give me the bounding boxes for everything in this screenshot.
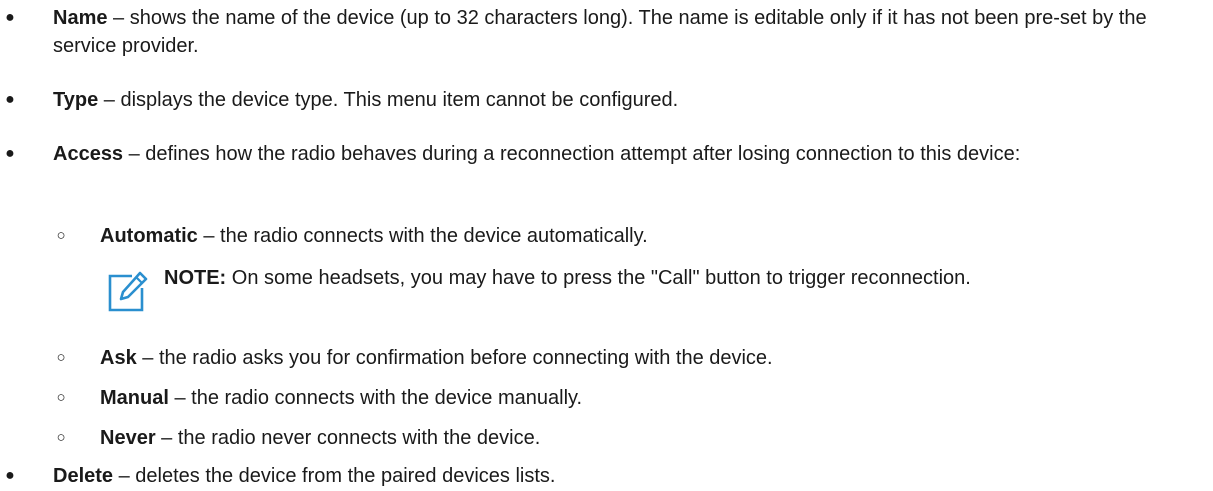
- sub-bullet: ○: [56, 349, 66, 366]
- note-body: On some headsets, you may have to press …: [226, 267, 971, 289]
- option-label: Never: [100, 427, 156, 449]
- option-description: – the radio connects with the device man…: [168, 387, 583, 409]
- sub-item-text: Manual – the radio connects with the dev…: [100, 384, 1200, 412]
- sub-item-text: Never – the radio never connects with th…: [100, 424, 1200, 452]
- term-description: – defines how the radio behaves during a…: [123, 143, 1021, 165]
- term-description: – shows the name of the device (up to 32…: [53, 7, 1147, 57]
- option-description: – the radio asks you for confirmation be…: [136, 347, 773, 369]
- list-item-text: Type – displays the device type. This me…: [53, 86, 1203, 114]
- document-body: ● Name – shows the name of the device (u…: [0, 0, 1213, 491]
- list-item-text: Delete – deletes the device from the pai…: [53, 462, 1203, 490]
- note-text: NOTE: On some headsets, you may have to …: [164, 264, 1204, 292]
- sub-item-text: Automatic – the radio connects with the …: [100, 222, 1200, 250]
- bullet: ●: [5, 145, 15, 162]
- option-label: Automatic: [100, 225, 198, 247]
- term-description: – deletes the device from the paired dev…: [113, 465, 556, 487]
- term-label: Access: [53, 143, 124, 165]
- note-block: NOTE: On some headsets, you may have to …: [0, 262, 1213, 332]
- sub-bullet: ○: [56, 389, 66, 406]
- bullet: ●: [5, 9, 15, 26]
- note-pencil-icon: [108, 271, 148, 312]
- option-description: – the radio connects with the device aut…: [197, 225, 648, 247]
- option-description: – the radio never connects with the devi…: [155, 427, 541, 449]
- term-label: Name: [53, 7, 108, 29]
- bullet: ●: [5, 467, 15, 484]
- sub-bullet: ○: [56, 429, 66, 446]
- option-label: Ask: [100, 347, 137, 369]
- list-item-text: Access – defines how the radio behaves d…: [53, 140, 1203, 168]
- term-description: – displays the device type. This menu it…: [98, 89, 679, 111]
- note-label: NOTE:: [164, 267, 227, 289]
- term-label: Delete: [53, 465, 114, 487]
- bullet: ●: [5, 91, 15, 108]
- sub-bullet: ○: [56, 227, 66, 244]
- term-label: Type: [53, 89, 99, 111]
- option-label: Manual: [100, 387, 169, 409]
- sub-item-text: Ask – the radio asks you for confirmatio…: [100, 344, 1200, 372]
- list-item-text: Name – shows the name of the device (up …: [53, 4, 1203, 60]
